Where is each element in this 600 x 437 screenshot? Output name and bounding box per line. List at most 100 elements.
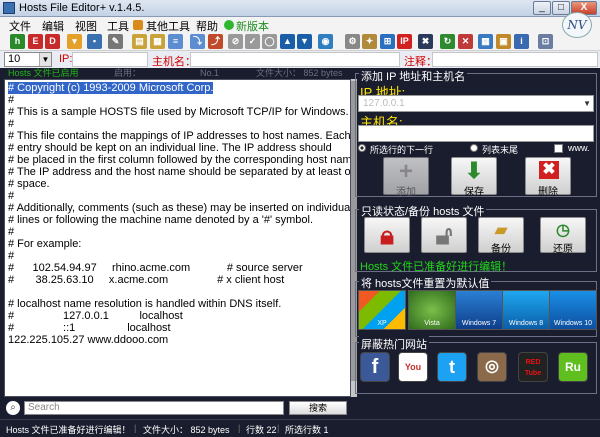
- unlock-button[interactable]: 🔓︎: [421, 217, 467, 253]
- editor-line[interactable]: #: [8, 94, 14, 106]
- backup-button[interactable]: ▰ 备份: [478, 217, 524, 255]
- reset-xp-button[interactable]: XP: [358, 290, 406, 330]
- globe-icon[interactable]: ◉: [318, 34, 333, 49]
- folder-icon: ▰: [494, 222, 508, 239]
- host-filter-input[interactable]: [190, 52, 400, 67]
- radio-next-line[interactable]: [358, 144, 366, 152]
- add-button-label: 添加: [396, 187, 416, 198]
- editor-line[interactable]: # Copyright (c) 1993-2009 Microsoft Corp…: [8, 82, 214, 94]
- tool-icon[interactable]: ✕: [458, 34, 473, 49]
- reset-vista-button[interactable]: Vista: [408, 290, 456, 330]
- editor-line[interactable]: # lines or following the machine name de…: [8, 214, 313, 226]
- redtube-button[interactable]: RED Tube: [518, 352, 548, 382]
- open-folder-icon[interactable]: ▾: [67, 34, 82, 49]
- menu-new-version[interactable]: 新版本: [236, 18, 269, 34]
- editor-line[interactable]: # space.: [8, 178, 50, 190]
- menu-edit[interactable]: 编辑: [42, 18, 64, 34]
- move-down-icon[interactable]: ▼: [297, 34, 312, 49]
- editor-line[interactable]: #: [8, 250, 14, 262]
- radio-end-of-list[interactable]: [470, 144, 478, 152]
- editor-line[interactable]: # 127.0.0.1 localhost: [8, 310, 183, 322]
- export-icon[interactable]: ⤴: [208, 34, 223, 49]
- search-button[interactable]: 搜索: [289, 401, 347, 415]
- status-separator: |: [238, 423, 241, 433]
- instagram-button[interactable]: ◎: [477, 352, 507, 382]
- ip-icon[interactable]: IP: [397, 34, 412, 49]
- clear-icon[interactable]: ◯: [262, 34, 277, 49]
- search-icon: ⌕: [6, 401, 20, 415]
- editor-line[interactable]: # 102.54.94.97 rhino.acme.com # source s…: [8, 262, 303, 274]
- editor-line[interactable]: # The IP address and the host name shoul…: [8, 166, 350, 178]
- menu-file[interactable]: 文件: [9, 18, 31, 34]
- lock-icon[interactable]: ▣: [496, 34, 511, 49]
- enabled-label: 启用：: [114, 68, 142, 78]
- refresh-icon[interactable]: ↻: [440, 34, 455, 49]
- block-icon[interactable]: ⊘: [228, 34, 243, 49]
- editor-line[interactable]: 122.225.105.27 www.ddooo.com: [8, 334, 168, 346]
- copy-icon[interactable]: ▤: [132, 34, 147, 49]
- ip-address-input[interactable]: 127.0.0.1 ▼: [358, 95, 594, 112]
- editor-line[interactable]: # 38.25.63.10 x.acme.com # x client host: [8, 274, 284, 286]
- hosts-delete-icon[interactable]: D: [45, 34, 60, 49]
- editor-line[interactable]: #: [8, 118, 14, 130]
- move-up-icon[interactable]: ▲: [280, 34, 295, 49]
- file-size-label: 文件大小： 852 bytes: [256, 68, 343, 78]
- editor-line[interactable]: # Additionally, comments (such as these)…: [8, 202, 350, 214]
- hosts-enable-icon[interactable]: h: [10, 34, 25, 49]
- reset-win10-button[interactable]: Windows 10: [549, 290, 597, 330]
- list-icon[interactable]: ≡: [168, 34, 183, 49]
- menu-view[interactable]: 视图: [75, 18, 97, 34]
- hosts-disable-icon[interactable]: E: [28, 34, 43, 49]
- network-icon[interactable]: ✖: [418, 34, 433, 49]
- ip-filter-input[interactable]: [72, 52, 148, 67]
- editor-line[interactable]: # ::1 localhost: [8, 322, 171, 334]
- settings-icon[interactable]: ⚙: [345, 34, 360, 49]
- title-bar: Hosts File Editor+ v.1.4.5. _ □ X: [0, 0, 600, 17]
- radio-next-line-label: 所选行的下一行: [370, 145, 434, 155]
- twitter-button[interactable]: t: [437, 352, 467, 382]
- ip-field-label: IP:: [59, 53, 73, 65]
- windows-icon[interactable]: ⊞: [380, 34, 395, 49]
- paste-icon[interactable]: ▦: [150, 34, 165, 49]
- reset-win8-button[interactable]: Windows 8: [502, 290, 550, 330]
- ip-address-placeholder: 127.0.0.1: [363, 98, 405, 109]
- host-name-input[interactable]: [358, 125, 594, 142]
- minimize-button[interactable]: _: [533, 1, 551, 15]
- save-button[interactable]: ⬇ 保存: [451, 157, 497, 198]
- www-checkbox[interactable]: [554, 144, 563, 153]
- maximize-button[interactable]: □: [552, 1, 570, 15]
- restore-button[interactable]: ◷ 还原: [540, 217, 586, 255]
- rutube-button[interactable]: Ru: [558, 352, 588, 382]
- youtube-button[interactable]: You: [398, 352, 428, 382]
- grid-icon[interactable]: ▦: [478, 34, 493, 49]
- hosts-editor[interactable]: # Copyright (c) 1993-2009 Microsoft Corp…: [4, 79, 351, 397]
- menu-tools[interactable]: 工具: [107, 18, 129, 34]
- layout-icon[interactable]: ⊡: [538, 34, 553, 49]
- editor-line[interactable]: #: [8, 226, 14, 238]
- editor-line[interactable]: # For example:: [8, 238, 81, 250]
- editor-line[interactable]: #: [8, 190, 14, 202]
- import-icon[interactable]: ⤵: [190, 34, 205, 49]
- search-input[interactable]: Search: [24, 401, 284, 415]
- delete-button[interactable]: ✖ 删除: [525, 157, 571, 198]
- status-file-size: 文件大小： 852 bytes: [143, 425, 230, 435]
- facebook-button[interactable]: f: [360, 352, 390, 382]
- editor-line[interactable]: # be placed in the first column followed…: [8, 154, 350, 166]
- editor-line[interactable]: # This is a sample HOSTS file used by Mi…: [8, 106, 349, 118]
- info-icon[interactable]: i: [514, 34, 529, 49]
- editor-line[interactable]: # entry should be kept on an individual …: [8, 142, 332, 154]
- reset-win7-button[interactable]: Windows 7: [455, 290, 503, 330]
- tools-icon[interactable]: ✎: [108, 34, 123, 49]
- lock-readonly-button[interactable]: 🔒︎: [364, 217, 410, 253]
- comment-filter-input[interactable]: [432, 52, 598, 67]
- editor-line[interactable]: # This file contains the mappings of IP …: [8, 130, 350, 142]
- menu-help[interactable]: 帮助: [196, 18, 218, 34]
- save-icon[interactable]: ▪: [87, 34, 102, 49]
- editor-line[interactable]: # localhost name resolution is handled w…: [8, 298, 281, 310]
- line-count-select[interactable]: 10 ▼: [4, 52, 52, 67]
- menu-other-tools[interactable]: 其他工具: [146, 18, 190, 34]
- add-button[interactable]: + 添加: [383, 157, 429, 198]
- reset-panel-title: 将 hosts文件重置为默认值: [359, 275, 492, 291]
- plugin-icon[interactable]: ✦: [362, 34, 377, 49]
- check-icon[interactable]: ✓: [245, 34, 260, 49]
